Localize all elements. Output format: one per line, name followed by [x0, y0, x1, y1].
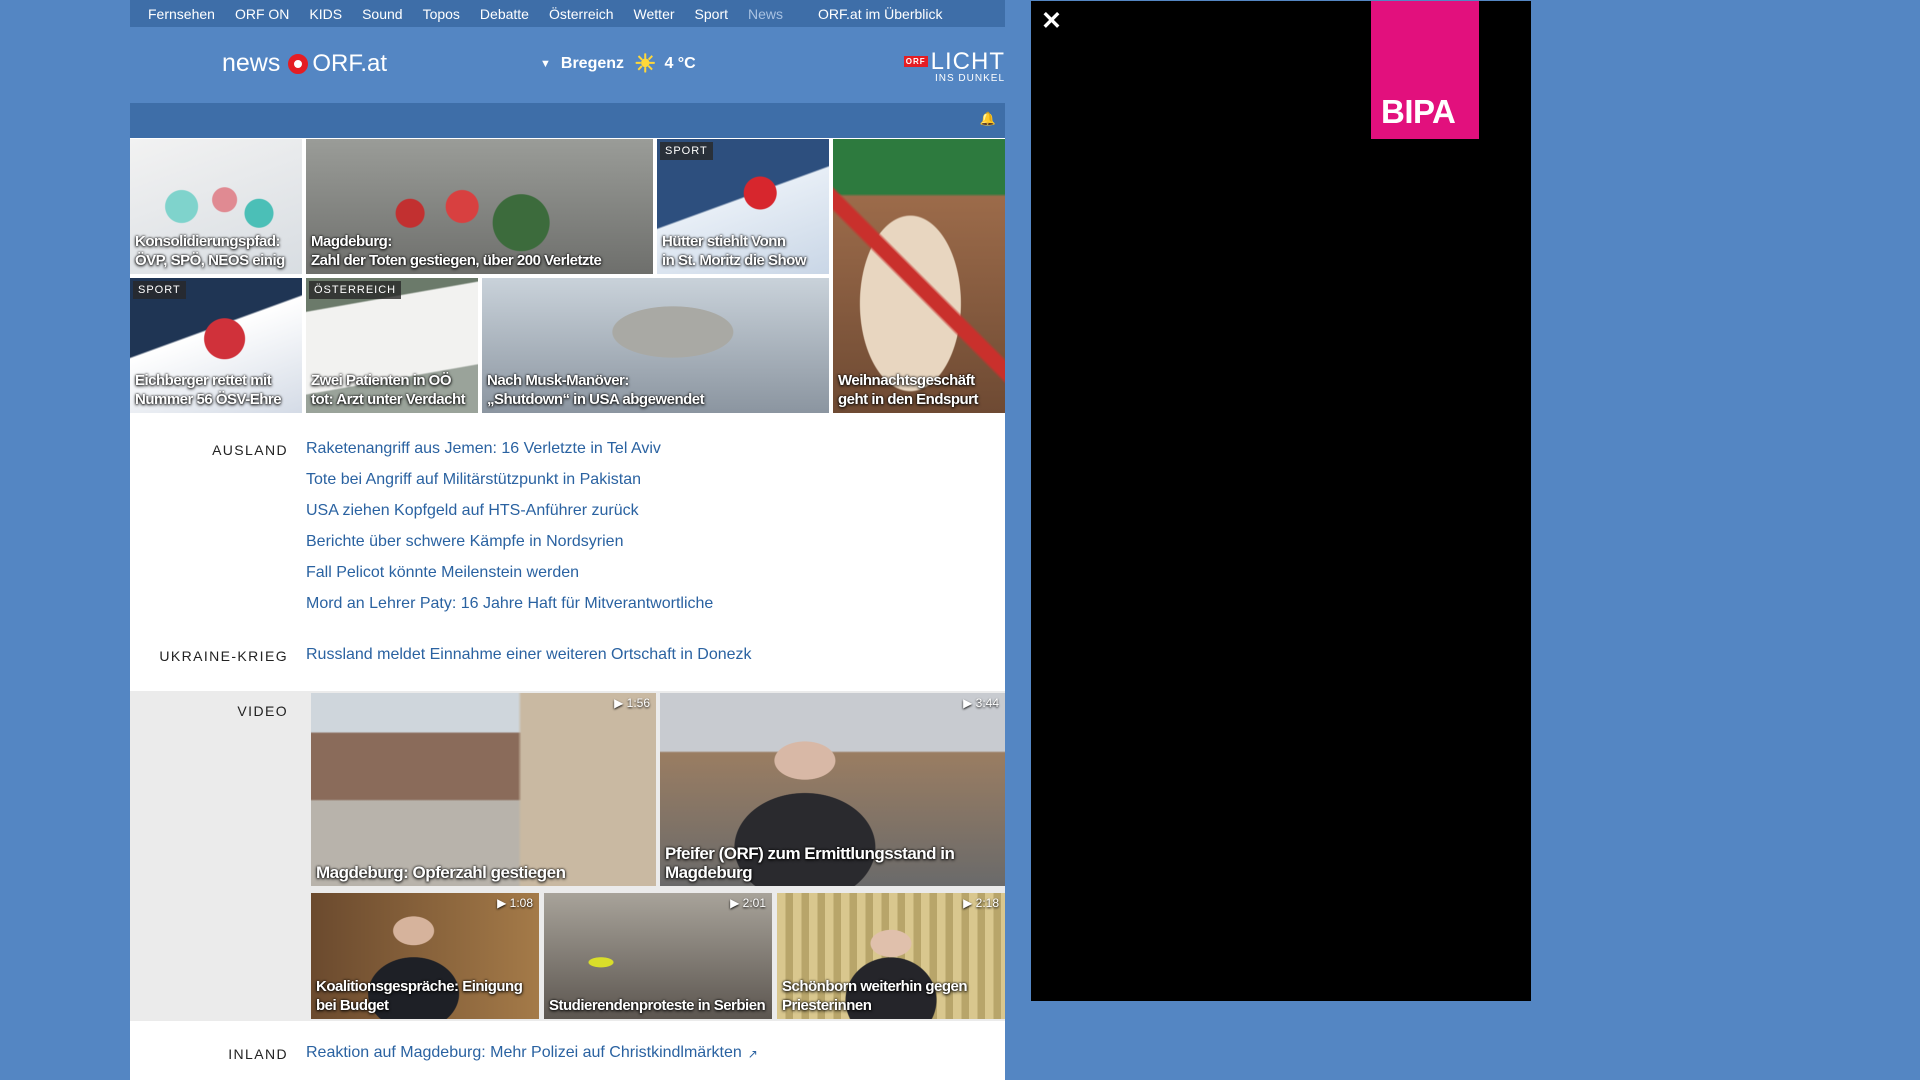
nav-wetter[interactable]: Wetter — [634, 6, 675, 22]
section-label-ausland: AUSLAND — [212, 442, 288, 458]
ausland-news-list: Raketenangriff aus Jemen: 16 Verletzte i… — [306, 439, 713, 625]
bipa-brand: BIPA — [1381, 93, 1456, 130]
story-tile[interactable]: Weihnachtsgeschäft geht in den Endspurt — [833, 139, 1005, 413]
tile-caption: Konsolidierungspfad: ÖVP, SPÖ, NEOS eini… — [135, 233, 285, 269]
nav-overview[interactable]: ORF.at im Überblick — [818, 6, 942, 22]
video-duration: ▶ 1:08 — [497, 896, 533, 910]
news-link[interactable]: Berichte über schwere Kämpfe in Nordsyri… — [306, 532, 713, 563]
tile-caption: Magdeburg: Zahl der Toten gestiegen, übe… — [311, 233, 602, 269]
category-tag: SPORT — [660, 142, 713, 160]
video-tile[interactable]: ▶ 3:44 Pfeifer (ORF) zum Ermittlungsstan… — [660, 693, 1005, 886]
video-tile[interactable]: ▶ 1:56 Magdeburg: Opferzahl gestiegen — [311, 693, 656, 886]
news-link[interactable]: Tote bei Angriff auf Militärstützpunkt i… — [306, 470, 713, 501]
video-duration: ▶ 2:01 — [730, 896, 766, 910]
licht-ins-dunkel-logo[interactable]: ORF LICHT INS DUNKEL — [903, 48, 1005, 84]
nav-orf-on[interactable]: ORF ON — [235, 6, 289, 22]
ad-overlay: ✕ BIPA — [1031, 1, 1531, 1001]
story-tile[interactable]: Magdeburg: Zahl der Toten gestiegen, übe… — [306, 139, 653, 274]
news-link[interactable]: Russland meldet Einnahme einer weiteren … — [306, 645, 752, 676]
video-tile[interactable]: ▶ 1:08 Koalitionsgespräche: Einigung bei… — [311, 893, 539, 1019]
tile-caption: Hütter stiehlt Vonn in St. Moritz die Sh… — [662, 233, 807, 269]
ukraine-news-list: Russland meldet Einnahme einer weiteren … — [306, 645, 752, 676]
weather-city: Bregenz — [560, 55, 625, 72]
nav-fernsehen[interactable]: Fernsehen — [148, 6, 215, 22]
nav-topos[interactable]: Topos — [423, 6, 460, 22]
video-tile[interactable]: ▶ 2:18 Schönborn weiterhin gegen Prieste… — [777, 893, 1005, 1019]
video-duration: ▶ 2:18 — [963, 896, 999, 910]
news-link[interactable]: Raketenangriff aus Jemen: 16 Verletzte i… — [306, 439, 713, 470]
close-icon[interactable]: ✕ — [1041, 9, 1062, 34]
section-label-ukraine: UKRAINE-KRIEG — [159, 648, 288, 664]
story-tile[interactable]: SPORT Hütter stiehlt Vonn in St. Moritz … — [657, 139, 829, 274]
video-section: VIDEO ▶ 1:56 Magdeburg: Opferzahl gestie… — [130, 691, 1005, 1021]
category-tag: ÖSTERREICH — [309, 281, 402, 299]
nav-sound[interactable]: Sound — [362, 6, 402, 22]
logo-orfat-text: ORF.at — [312, 49, 388, 77]
nav-debatte[interactable]: Debatte — [480, 6, 529, 22]
news-link[interactable]: USA ziehen Kopfgeld auf HTS-Anführer zur… — [306, 501, 713, 532]
video-caption: Koalitionsgespräche: Einigung bei Budget — [316, 978, 523, 1014]
orf-badge: ORF — [903, 56, 928, 67]
story-tile[interactable]: Konsolidierungspfad: ÖVP, SPÖ, NEOS eini… — [130, 139, 302, 274]
tile-caption: Weihnachtsgeschäft geht in den Endspurt — [838, 372, 979, 408]
news-link[interactable]: Reaktion auf Magdeburg: Mehr Polizei auf… — [306, 1043, 742, 1074]
category-tag: SPORT — [133, 281, 186, 299]
ticker-bar: 🔔 — [130, 103, 1005, 138]
nav-kids[interactable]: KIDS — [309, 6, 342, 22]
licht-title: LICHT — [930, 48, 1005, 75]
video-caption: Magdeburg: Opferzahl gestiegen — [316, 863, 566, 882]
news-link[interactable]: Fall Pelicot könnte Meilenstein werden — [306, 563, 713, 594]
caret-down-icon: ▼ — [540, 58, 551, 70]
tile-caption: Zwei Patienten in OÖ tot: Arzt unter Ver… — [311, 372, 466, 408]
bell-icon[interactable]: 🔔 — [980, 111, 996, 127]
site-header: news ORF.at ▼ Bregenz ☀ 4 °C ORF LICHT IN… — [130, 27, 1005, 103]
main-content: 🔔 Konsolidierungspfad: ÖVP, SPÖ, NEOS ei… — [130, 103, 1005, 1080]
news-link[interactable]: Mord an Lehrer Paty: 16 Jahre Haft für M… — [306, 594, 713, 625]
weather-temperature: 4 °C — [664, 55, 696, 72]
top-navigation: Fernsehen ORF ON KIDS Sound Topos Debatt… — [130, 0, 1005, 27]
news-orf-logo[interactable]: news ORF.at — [222, 49, 387, 78]
section-label-inland: INLAND — [228, 1046, 288, 1062]
nav-sport[interactable]: Sport — [695, 6, 728, 22]
sun-icon: ☀ — [634, 50, 657, 78]
video-tile[interactable]: ▶ 2:01 Studierendenproteste in Serbien — [544, 893, 772, 1019]
video-caption: Schönborn weiterhin gegen Priesterinnen — [782, 978, 968, 1014]
inland-news-list: Reaktion auf Magdeburg: Mehr Polizei auf… — [306, 1043, 758, 1074]
logo-news-text: news — [222, 49, 281, 77]
video-caption: Studierendenproteste in Serbien — [549, 997, 766, 1014]
nav-oesterreich[interactable]: Österreich — [549, 6, 614, 22]
story-tile[interactable]: Nach Musk-Manöver: „Shutdown“ in USA abg… — [482, 278, 829, 413]
nav-news[interactable]: News — [748, 6, 783, 22]
tile-caption: Nach Musk-Manöver: „Shutdown“ in USA abg… — [487, 372, 705, 408]
tile-caption: Eichberger rettet mit Nummer 56 ÖSV-Ehre — [135, 372, 282, 408]
section-label-video: VIDEO — [237, 703, 288, 719]
video-duration: ▶ 1:56 — [614, 696, 650, 710]
weather-widget[interactable]: ▼ Bregenz ☀ 4 °C — [540, 50, 696, 78]
licht-subtitle: INS DUNKEL — [934, 73, 1005, 84]
orf-eye-icon — [288, 53, 309, 74]
story-tile[interactable]: SPORT Eichberger rettet mit Nummer 56 ÖS… — [130, 278, 302, 413]
story-tile[interactable]: ÖSTERREICH Zwei Patienten in OÖ tot: Arz… — [306, 278, 478, 413]
video-caption: Pfeifer (ORF) zum Ermittlungsstand in Ma… — [665, 844, 955, 882]
video-duration: ▶ 3:44 — [963, 696, 999, 710]
bipa-logo[interactable]: BIPA — [1371, 1, 1479, 139]
external-link-icon: ↗ — [747, 1046, 758, 1061]
